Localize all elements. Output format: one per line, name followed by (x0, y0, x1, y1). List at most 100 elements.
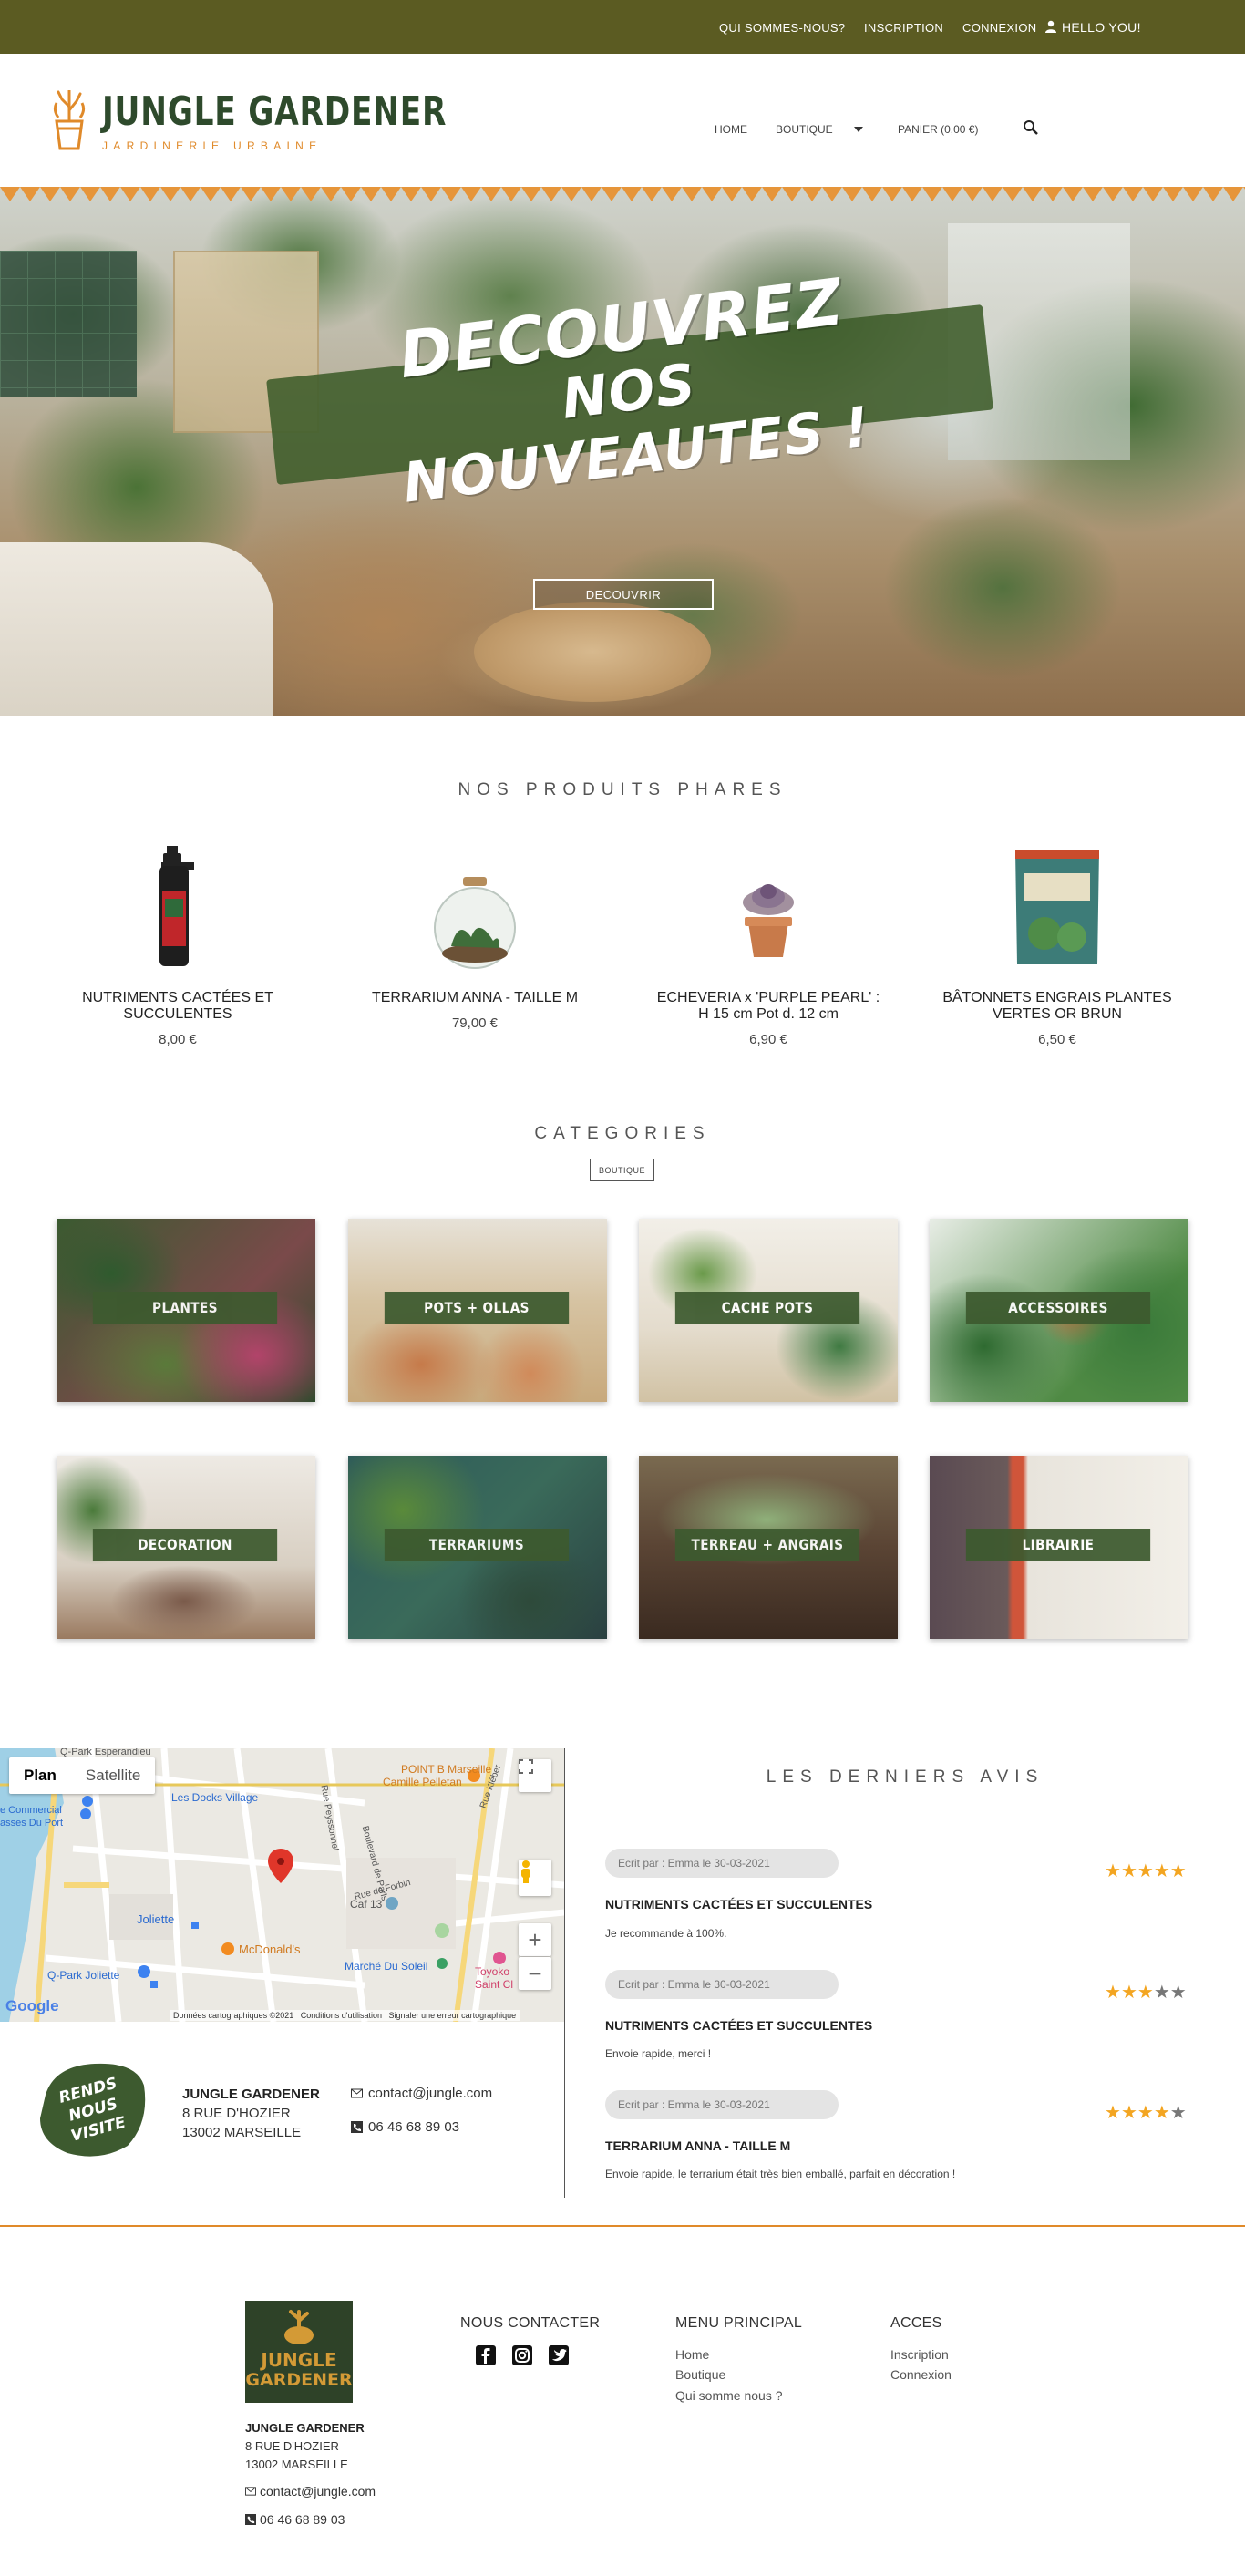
category-label[interactable]: DECORATION (92, 1529, 278, 1561)
hello-user-link[interactable]: HELLO YOU! (1062, 20, 1141, 35)
map-terms-link[interactable]: Conditions d'utilisation (301, 2011, 382, 2020)
twitter-icon[interactable] (549, 2345, 569, 2365)
about-link[interactable]: QUI SOMMES-NOUS? (719, 21, 845, 35)
product-card[interactable]: ECHEVERIA x 'PURPLE PEARL' : H 15 cm Pot… (650, 846, 887, 1047)
fullscreen-icon (519, 1759, 533, 1774)
category-tile-decoration[interactable]: DECORATION (57, 1456, 315, 1639)
footer-address: JUNGLE GARDENER 8 RUE D'HOZIER 13002 MAR… (245, 2419, 365, 2474)
review-product[interactable]: NUTRIMENTS CACTÉES ET SUCCULENTES (605, 2018, 872, 2033)
hero-banner: DECOUVREZ NOS NOUVEAUTES ! DECOUVRIR (0, 187, 1245, 716)
zoom-in-button[interactable]: + (519, 1923, 551, 1956)
review-author: Ecrit par : Emma le 30-03-2021 (605, 1849, 839, 1878)
email-icon (245, 2487, 256, 2496)
category-tile-terrariums[interactable]: TERRARIUMS (348, 1456, 607, 1639)
footer-phone-text[interactable]: 06 46 68 89 03 (260, 2512, 345, 2527)
star-icon: ★ (1105, 1983, 1121, 2003)
product-card[interactable]: TERRARIUM ANNA - TAILLE M 79,00 € (356, 846, 593, 1031)
signup-link[interactable]: INSCRIPTION (864, 21, 943, 35)
product-name[interactable]: BÂTONNETS ENGRAIS PLANTES VERTES OR BRUN (939, 990, 1176, 1023)
map-label: Camille Pelletan (383, 1776, 462, 1788)
nav-shop[interactable]: BOUTIQUE (776, 123, 833, 136)
map-attribution: Données cartographiques ©2021 Conditions… (170, 2010, 520, 2021)
login-link[interactable]: CONNEXION (962, 21, 1036, 35)
category-label[interactable]: TERREAU + ANGRAIS (674, 1529, 860, 1561)
footer-link-home[interactable]: Home (675, 2347, 709, 2362)
shop-button[interactable]: BOUTIQUE (590, 1159, 654, 1181)
map-label: Joliette (137, 1912, 175, 1926)
review-author: Ecrit par : Emma le 30-03-2021 (605, 2090, 839, 2119)
product-image[interactable] (59, 846, 296, 983)
category-tile-plants[interactable]: PLANTES (57, 1219, 315, 1402)
brand-title[interactable]: JUNGLE GARDENER (102, 88, 447, 135)
discover-button[interactable]: DECOUVRIR (533, 579, 714, 610)
star-icon: ★ (1169, 2103, 1187, 2123)
store-phone[interactable]: 06 46 68 89 03 (351, 2119, 459, 2135)
store-email-text[interactable]: contact@jungle.com (368, 2086, 492, 2101)
category-tile-cache-pots[interactable]: CACHE POTS (639, 1219, 898, 1402)
zigzag-border (0, 187, 1245, 201)
footer-email[interactable]: contact@jungle.com (245, 2484, 376, 2499)
product-image[interactable] (939, 846, 1176, 983)
store-email[interactable]: contact@jungle.com (351, 2086, 492, 2101)
map-widget[interactable]: Plan Satellite + − Google Données cartog… (0, 1748, 564, 2022)
category-tile-accessories[interactable]: ACCESSOIRES (930, 1219, 1188, 1402)
category-tile-library[interactable]: LIBRAIRIE (930, 1456, 1188, 1639)
footer-link-shop[interactable]: Boutique (675, 2367, 725, 2382)
footer-email-text[interactable]: contact@jungle.com (260, 2484, 376, 2499)
product-card[interactable]: BÂTONNETS ENGRAIS PLANTES VERTES OR BRUN… (939, 846, 1176, 1047)
product-image[interactable] (650, 846, 887, 983)
product-image[interactable] (356, 846, 593, 983)
star-icon: ★ (1105, 2103, 1121, 2123)
instagram-icon[interactable] (512, 2345, 532, 2365)
footer-link-about[interactable]: Qui somme nous ? (675, 2388, 783, 2403)
category-tile-pots[interactable]: POTS + OLLAS (348, 1219, 607, 1402)
category-label[interactable]: LIBRAIRIE (965, 1529, 1151, 1561)
site-header: JUNGLE GARDENER JARDINERIE URBAINE HOME … (0, 54, 1245, 187)
fullscreen-button[interactable] (519, 1759, 551, 1792)
plus-icon: + (528, 1925, 542, 1953)
category-label[interactable]: POTS + OLLAS (384, 1292, 570, 1324)
facebook-icon[interactable] (476, 2345, 496, 2365)
chevron-down-icon[interactable] (854, 127, 863, 132)
store-street: 8 RUE D'HOZIER (182, 2106, 291, 2121)
footer-logo-line1: JUNGLE (261, 2349, 337, 2371)
map-label: POINT B Marseille (401, 1763, 492, 1776)
product-name[interactable]: ECHEVERIA x 'PURPLE PEARL' : H 15 cm Pot… (650, 990, 887, 1023)
footer-company: JUNGLE GARDENER (245, 2421, 365, 2435)
store-phone-text[interactable]: 06 46 68 89 03 (368, 2119, 459, 2135)
plant-logo-icon (284, 2310, 314, 2344)
nav-home[interactable]: HOME (715, 123, 747, 136)
category-label[interactable]: ACCESSOIRES (965, 1292, 1151, 1324)
category-tile-soil[interactable]: TERREAU + ANGRAIS (639, 1456, 898, 1639)
email-icon (351, 2088, 363, 2098)
category-label[interactable]: PLANTES (92, 1292, 278, 1324)
zoom-out-button[interactable]: − (519, 1957, 551, 1990)
category-label[interactable]: TERRARIUMS (384, 1529, 570, 1561)
footer-link-login[interactable]: Connexion (890, 2367, 952, 2382)
pegman-icon (521, 1860, 530, 1883)
minus-icon: − (528, 1959, 542, 1987)
footer-link-signup[interactable]: Inscription (890, 2347, 949, 2362)
map-plan-tab[interactable]: Plan (9, 1757, 71, 1794)
product-price: 8,00 € (159, 1032, 197, 1047)
street-view-button[interactable] (519, 1860, 551, 1896)
product-name[interactable]: NUTRIMENTS CACTÉES ET SUCCULENTES (59, 990, 296, 1023)
product-name[interactable]: TERRARIUM ANNA - TAILLE M (356, 990, 593, 1006)
search-input[interactable] (1043, 118, 1183, 139)
map-report-link[interactable]: Signaler une erreur cartographique (389, 2011, 517, 2020)
footer-phone[interactable]: 06 46 68 89 03 (245, 2512, 345, 2527)
star-icon: ★ (1120, 1983, 1137, 2003)
product-card[interactable]: NUTRIMENTS CACTÉES ET SUCCULENTES 8,00 € (59, 846, 296, 1047)
search-icon[interactable] (1023, 119, 1039, 136)
plant-logo-icon[interactable] (49, 90, 89, 150)
map-satellite-tab[interactable]: Satellite (71, 1757, 155, 1794)
review-product[interactable]: TERRARIUM ANNA - TAILLE M (605, 2138, 790, 2153)
category-label[interactable]: CACHE POTS (674, 1292, 860, 1324)
nav-cart[interactable]: PANIER (0,00 €) (898, 123, 978, 136)
review-product[interactable]: NUTRIMENTS CACTÉES ET SUCCULENTES (605, 1897, 872, 1911)
map-label: Saint Cl (475, 1978, 514, 1991)
map-type-toggle[interactable]: Plan Satellite (9, 1757, 156, 1794)
google-logo[interactable]: Google (5, 1997, 59, 2015)
star-icon: ★ (1137, 1861, 1154, 1881)
footer-logo[interactable]: JUNGLE GARDENER (245, 2301, 353, 2403)
